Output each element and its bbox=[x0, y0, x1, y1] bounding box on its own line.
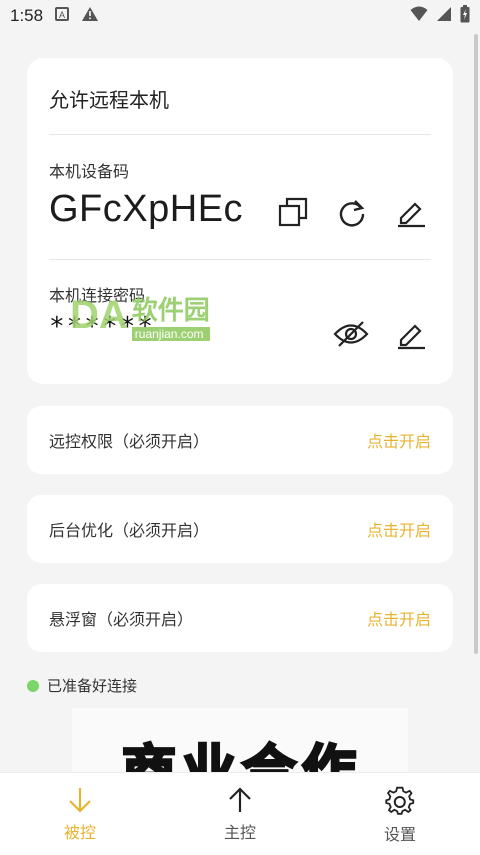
wifi-icon bbox=[410, 6, 428, 27]
status-bar: 1:58 A bbox=[0, 0, 480, 32]
divider bbox=[49, 134, 431, 135]
edit-icon bbox=[398, 202, 425, 228]
watermark: DA 软件园 ruanjian.com bbox=[70, 285, 260, 345]
permission-row-overlay[interactable]: 悬浮窗（必须开启） 点击开启 bbox=[27, 584, 453, 652]
eye-off-icon bbox=[333, 321, 369, 347]
edit-code-button[interactable] bbox=[393, 194, 429, 230]
card-title: 允许远程本机 bbox=[49, 88, 169, 112]
signal-icon bbox=[436, 6, 452, 27]
device-code: GFcXpHEc bbox=[49, 188, 244, 230]
enable-button[interactable]: 点击开启 bbox=[367, 517, 431, 541]
nav-item-controller[interactable]: 主控 bbox=[160, 773, 320, 855]
toggle-password-visibility-button[interactable] bbox=[333, 316, 369, 352]
device-code-label: 本机设备码 bbox=[49, 162, 130, 181]
enable-button[interactable]: 点击开启 bbox=[367, 606, 431, 630]
refresh-button[interactable] bbox=[334, 194, 370, 230]
edit-password-button[interactable] bbox=[393, 316, 429, 352]
edit-icon bbox=[398, 324, 425, 350]
arrow-down-icon bbox=[69, 788, 91, 813]
status-dot-icon bbox=[27, 679, 39, 692]
svg-text:A: A bbox=[59, 10, 65, 20]
enable-button[interactable]: 点击开启 bbox=[367, 428, 431, 452]
banner-text: 商业合作 bbox=[121, 738, 362, 779]
scrollbar[interactable] bbox=[474, 34, 478, 654]
permission-row-background[interactable]: 后台优化（必须开启） 点击开启 bbox=[27, 495, 453, 563]
status-time: 1:58 bbox=[10, 6, 44, 25]
nav-label: 被控 bbox=[63, 823, 96, 842]
copy-icon bbox=[278, 197, 308, 227]
a-box-icon: A bbox=[55, 6, 70, 26]
watermark-cn: 软件园 bbox=[131, 295, 210, 326]
ad-banner[interactable]: 商业合作 bbox=[72, 708, 408, 778]
gear-icon bbox=[385, 786, 415, 815]
watermark-logo: DA bbox=[70, 292, 128, 337]
permission-label: 远控权限（必须开启） bbox=[49, 432, 210, 451]
nav-item-controlled[interactable]: 被控 bbox=[0, 773, 160, 855]
permission-label: 后台优化（必须开启） bbox=[49, 521, 210, 540]
permission-row-remote[interactable]: 远控权限（必须开启） 点击开启 bbox=[27, 406, 453, 474]
nav-label: 设置 bbox=[383, 825, 416, 844]
copy-button[interactable] bbox=[275, 194, 311, 230]
nav-label: 主控 bbox=[223, 823, 256, 842]
refresh-icon bbox=[339, 200, 365, 227]
arrow-up-icon bbox=[229, 787, 251, 812]
battery-icon bbox=[460, 4, 470, 28]
divider bbox=[49, 259, 431, 260]
connection-status-text: 已准备好连接 bbox=[47, 677, 138, 695]
nav-item-settings[interactable]: 设置 bbox=[320, 773, 480, 855]
warning-icon bbox=[81, 6, 99, 27]
status-right-icons bbox=[410, 4, 470, 28]
status-left-icons: A bbox=[55, 6, 99, 27]
permission-label: 悬浮窗（必须开启） bbox=[49, 610, 194, 629]
watermark-en: ruanjian.com bbox=[131, 326, 210, 341]
bottom-nav: 被控 主控 设置 bbox=[0, 772, 480, 855]
connection-status: 已准备好连接 bbox=[27, 675, 137, 696]
